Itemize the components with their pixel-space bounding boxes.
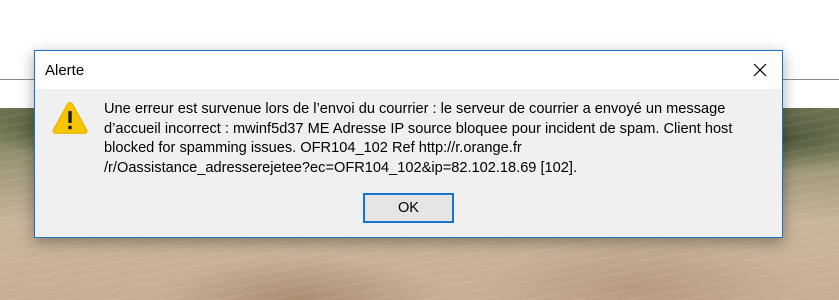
message-line: blocked for spamming issues. OFR104_102 … [104,140,522,156]
warning-icon [52,102,88,134]
close-icon [753,63,767,77]
dialog-title: Alerte [45,62,85,79]
alert-message: Une erreur est survenue lors de l’envoi … [104,100,764,178]
message-line: Une erreur est survenue lors de l’envoi … [104,101,726,117]
message-line: /r/Oassistance_adresserejetee?ec=OFR104_… [104,159,577,176]
dialog-content: Une erreur est survenue lors de l’envoi … [35,89,782,237]
message-line: d’accueil incorrect : mwinf5d37 ME Adres… [104,120,733,137]
alert-dialog: Alerte Une erreur est survenue lors de l… [34,50,783,238]
ok-button[interactable]: OK [363,193,454,223]
close-button[interactable] [738,51,782,89]
dialog-titlebar: Alerte [35,51,782,89]
